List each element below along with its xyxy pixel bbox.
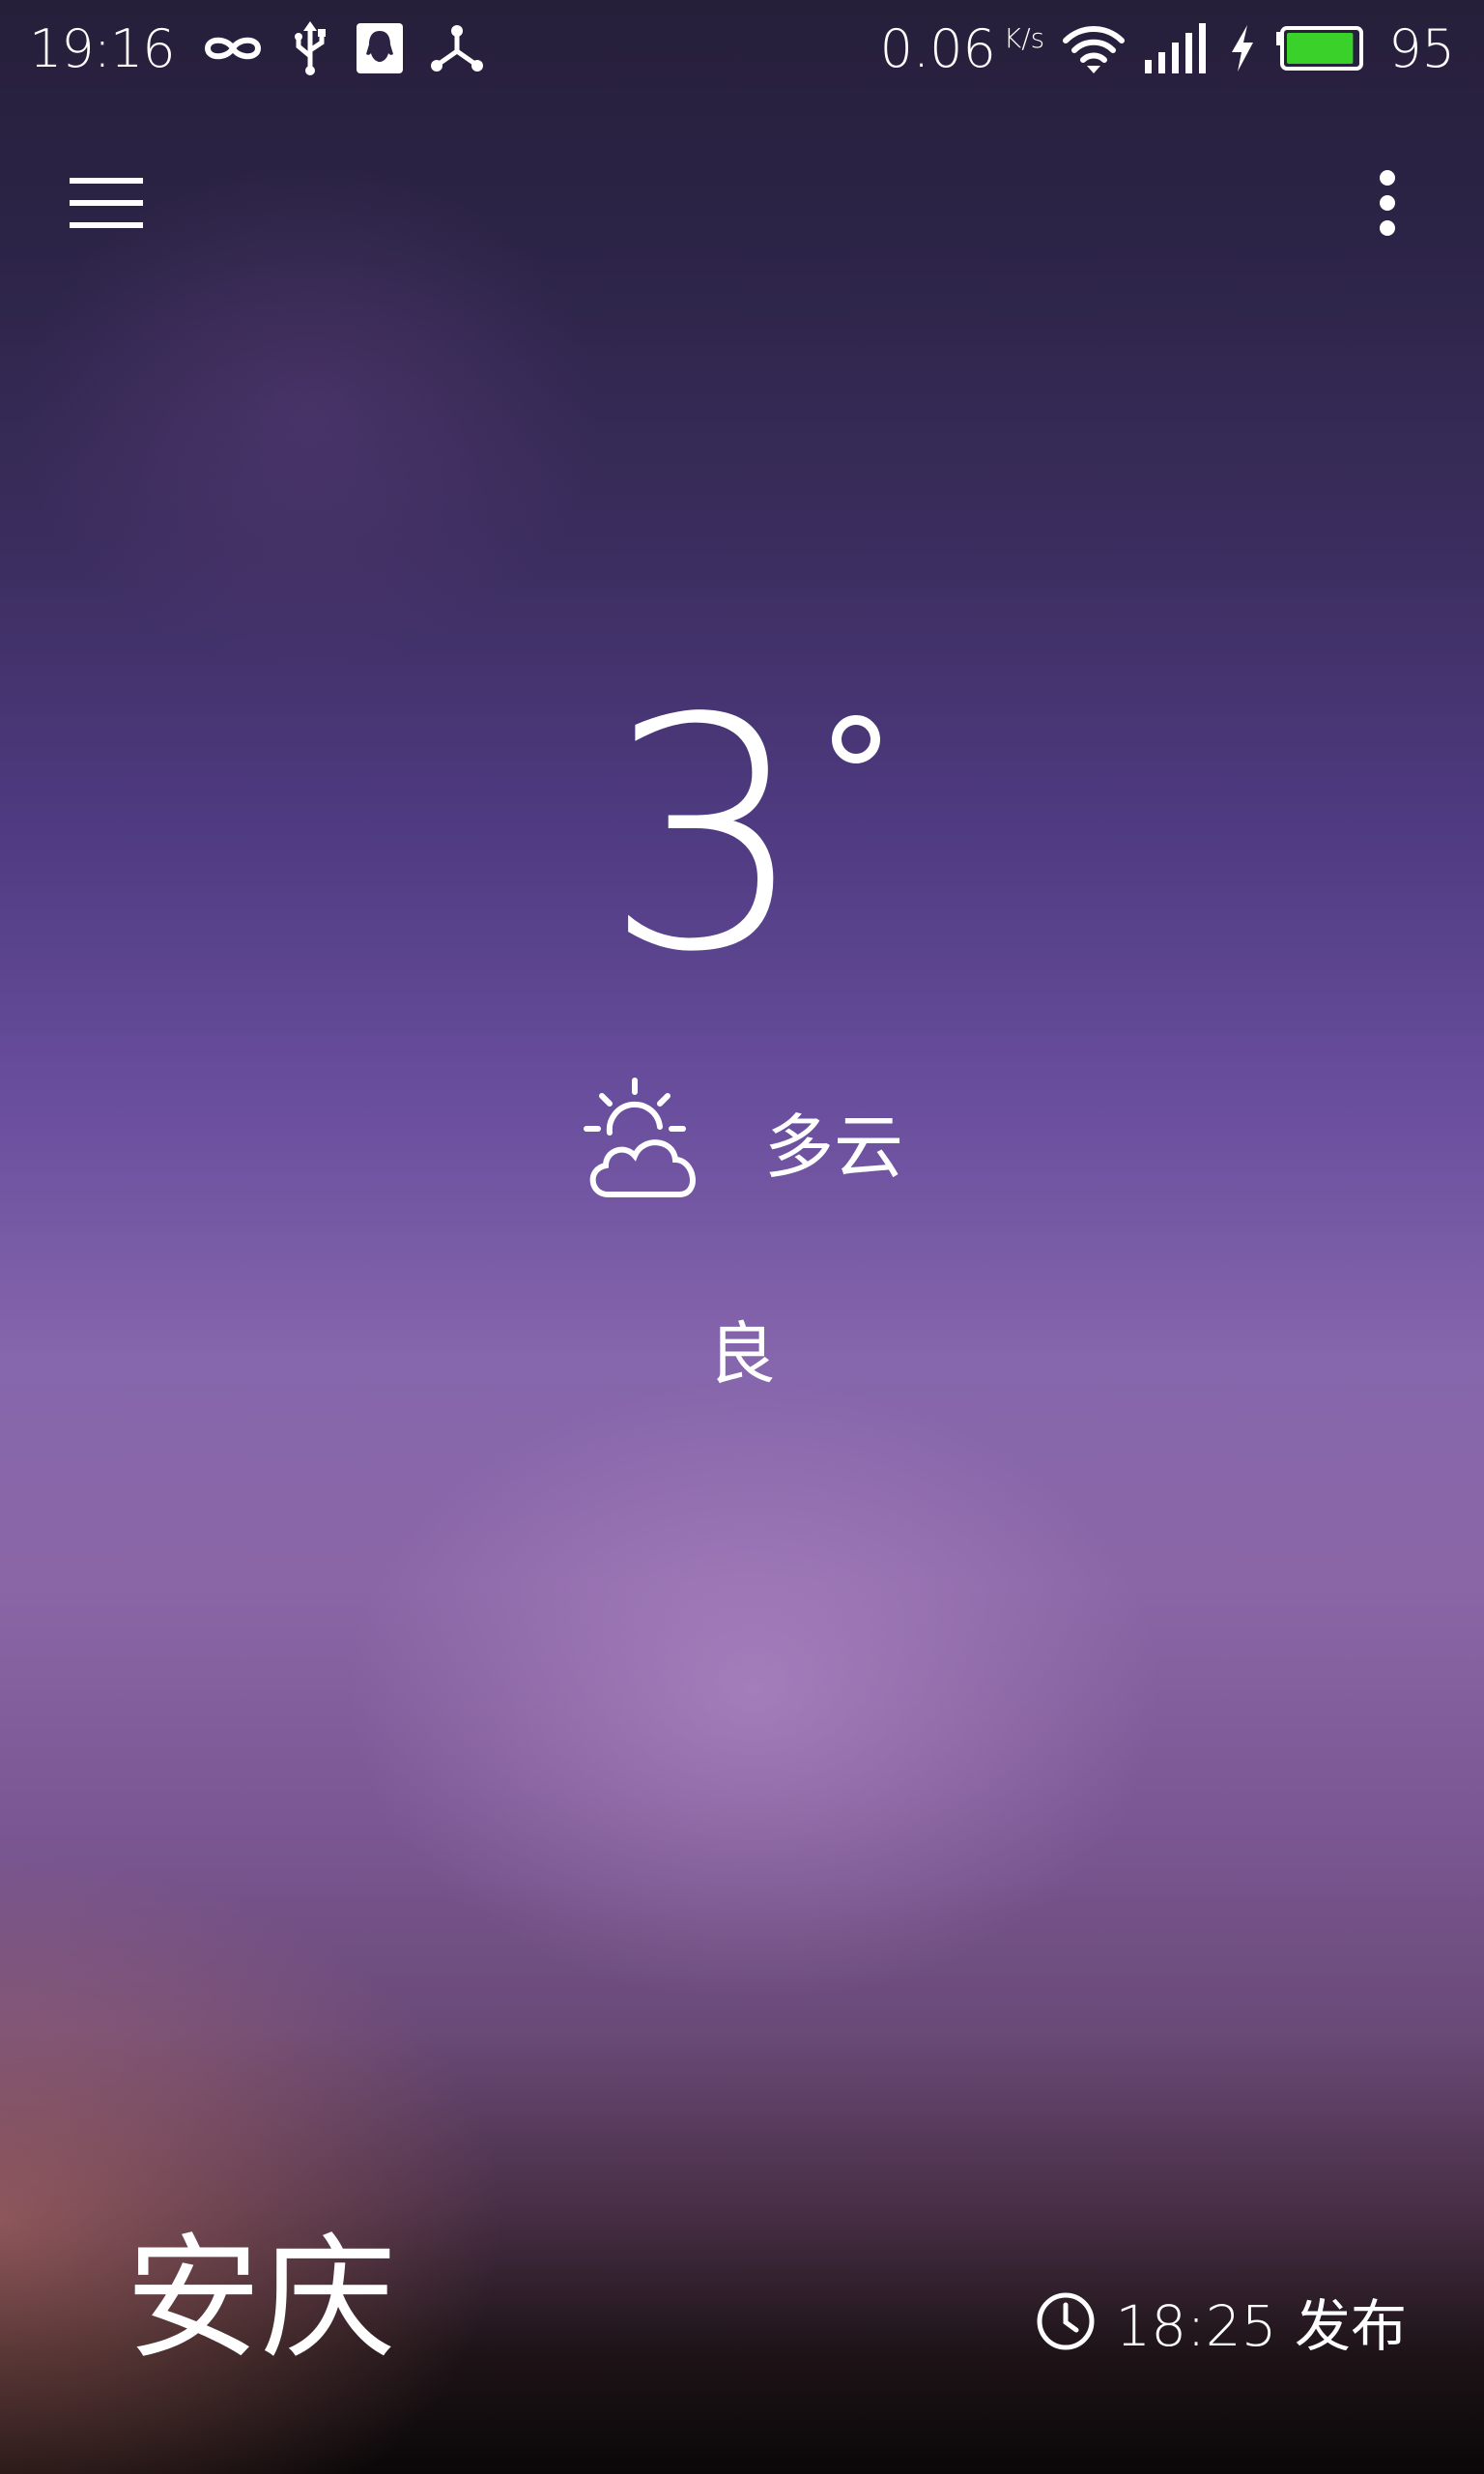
more-vertical-icon: [1378, 170, 1397, 236]
signal-icon: [1143, 21, 1211, 75]
current-temperature: 3: [0, 667, 1484, 1005]
temperature-value: 3: [604, 650, 807, 1021]
status-bar: 19:16 0.06 K/s 95: [0, 0, 1484, 97]
partly-cloudy-icon: [581, 1073, 716, 1208]
air-quality-label[interactable]: 良: [0, 1300, 1484, 1397]
status-left: 19:16: [29, 17, 484, 79]
clock-icon: [1036, 2291, 1096, 2351]
share-nodes-icon: [430, 24, 484, 72]
network-speed-value: 0.06: [879, 17, 996, 79]
hamburger-menu-icon: [70, 176, 143, 230]
wifi-icon: [1062, 21, 1126, 75]
infinity-icon: [200, 29, 266, 68]
publish-info: 18:25 发布: [1036, 2281, 1407, 2362]
more-options-button[interactable]: [1349, 164, 1426, 242]
city-name[interactable]: 安庆: [126, 2223, 396, 2377]
weather-condition: 多云: [0, 1073, 1484, 1208]
condition-label: 多云: [763, 1106, 903, 1188]
usb-icon: [291, 19, 329, 77]
weather-screen: 19:16 0.06 K/s 95 3 多云 良 安庆 18:25 发布: [0, 0, 1484, 2474]
menu-button[interactable]: [58, 164, 155, 242]
publish-time: 18:25 发布: [1115, 2293, 1407, 2359]
qq-notification-icon: [355, 21, 405, 75]
network-speed-unit: K/s: [1003, 21, 1045, 54]
battery-icon: [1274, 24, 1365, 72]
status-time: 19:16: [29, 17, 176, 79]
degree-symbol: [831, 715, 880, 763]
battery-level: 95: [1388, 17, 1455, 79]
network-speed: 0.06 K/s: [880, 18, 1045, 79]
charging-icon: [1228, 23, 1257, 73]
status-right: 0.06 K/s 95: [880, 17, 1455, 79]
